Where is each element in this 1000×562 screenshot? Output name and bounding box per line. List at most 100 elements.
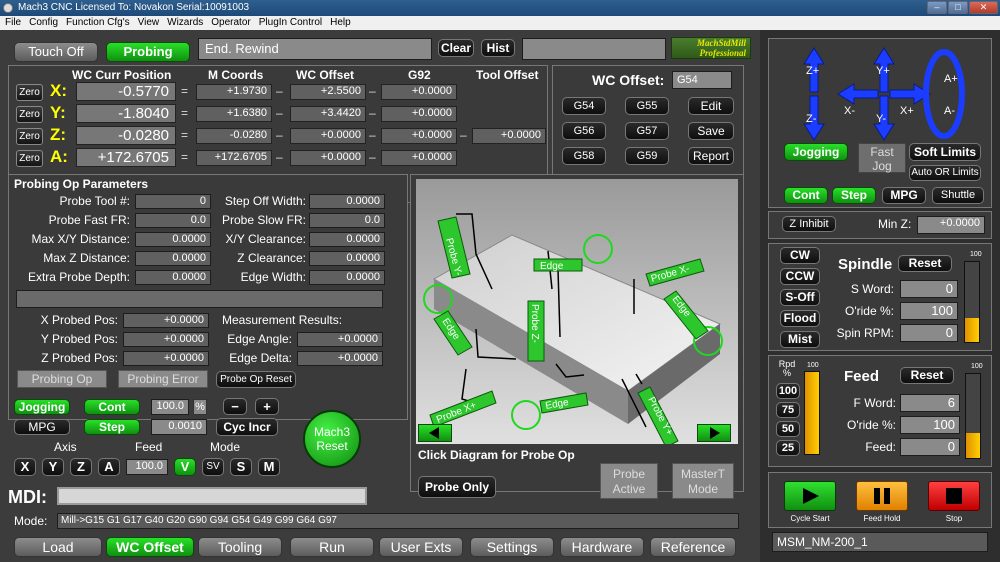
jog-feed-field[interactable]: 100.0 — [126, 459, 168, 475]
mode-v-button[interactable]: V — [174, 458, 196, 476]
dro-z-mcoord[interactable]: -0.0280 — [196, 128, 272, 144]
menu-wizards[interactable]: Wizards — [167, 17, 203, 28]
menu-function-cfgs[interactable]: Function Cfg's — [66, 17, 130, 28]
dro-z-tool-offset[interactable]: +0.0000 — [472, 128, 546, 144]
dro-x-wcoffset[interactable]: +2.5500 — [290, 84, 366, 100]
jog-rate-plus-button[interactable]: + — [255, 398, 279, 415]
report-button[interactable]: Report — [688, 147, 734, 165]
auto-or-limits-button[interactable]: Auto OR Limits — [909, 165, 981, 181]
f-word-field[interactable]: 6 — [900, 394, 960, 412]
diagram-label-probe-z-minus[interactable]: Probe Z- — [529, 304, 540, 343]
max-z-distance-field[interactable]: 0.0000 — [135, 251, 211, 266]
zero-a-button[interactable]: Zero — [16, 150, 43, 167]
dro-x-mcoord[interactable]: +1.9730 — [196, 84, 272, 100]
rapid-75-button[interactable]: 75 — [776, 402, 800, 418]
spindle-off-button[interactable]: S-Off — [780, 289, 820, 306]
jog-rate-minus-button[interactable]: − — [223, 398, 247, 415]
menu-operator[interactable]: Operator — [211, 17, 250, 28]
rapid-100-button[interactable]: 100 — [776, 383, 800, 399]
rapid-25-button[interactable]: 25 — [776, 440, 800, 456]
probe-diagram[interactable]: Probe Y- Edge Probe X- Edge Probe Z- Edg… — [416, 179, 738, 444]
jog-axis-a-button[interactable]: A — [98, 458, 120, 476]
probing-button[interactable]: Probing — [106, 42, 190, 62]
minimize-button[interactable]: – — [927, 1, 947, 14]
jog-label-a-minus[interactable]: A- — [944, 105, 955, 117]
menu-file[interactable]: File — [5, 17, 21, 28]
jog-axis-x-button[interactable]: X — [14, 458, 36, 476]
xy-clearance-field[interactable]: 0.0000 — [309, 232, 385, 247]
z-clearance-field[interactable]: 0.0000 — [309, 251, 385, 266]
cyc-incr-button[interactable]: Cyc Incr — [216, 418, 278, 436]
jogging-toggle[interactable]: Jogging — [14, 399, 70, 415]
dro-y-mcoord[interactable]: +1.6380 — [196, 106, 272, 122]
s-word-field[interactable]: 0 — [900, 280, 958, 298]
zero-x-button[interactable]: Zero — [16, 84, 43, 101]
extra-probe-depth-field[interactable]: 0.0000 — [135, 270, 211, 285]
right-step-button[interactable]: Step — [832, 187, 876, 204]
dro-y-wc[interactable]: -1.8040 — [76, 104, 176, 123]
min-z-field[interactable]: +0.0000 — [917, 216, 985, 234]
tab-run[interactable]: Run — [290, 537, 374, 557]
tab-settings[interactable]: Settings — [470, 537, 554, 557]
z-inhibit-button[interactable]: Z Inhibit — [782, 216, 836, 232]
mode-s-button[interactable]: S — [230, 458, 252, 476]
step-value-field[interactable]: 0.0010 — [151, 419, 207, 435]
dro-z-wc[interactable]: -0.0280 — [76, 126, 176, 145]
dro-a-g92[interactable]: +0.0000 — [381, 150, 457, 166]
probe-op-reset-button[interactable]: Probe Op Reset — [216, 371, 296, 388]
soft-limits-button[interactable]: Soft Limits — [909, 143, 981, 161]
dro-a-wcoffset[interactable]: +0.0000 — [290, 150, 366, 166]
stop-button[interactable] — [928, 481, 980, 511]
cont-toggle[interactable]: Cont — [84, 399, 140, 415]
dro-a-mcoord[interactable]: +172.6705 — [196, 150, 272, 166]
spindle-reset-button[interactable]: Reset — [898, 255, 952, 272]
g59-button[interactable]: G59 — [625, 147, 669, 165]
spindle-oride-field[interactable]: 100 — [900, 302, 958, 320]
dro-y-wcoffset[interactable]: +3.4420 — [290, 106, 366, 122]
zero-z-button[interactable]: Zero — [16, 128, 43, 145]
shuttle-button[interactable]: Shuttle — [932, 187, 984, 204]
g56-button[interactable]: G56 — [562, 122, 606, 140]
dro-x-g92[interactable]: +0.0000 — [381, 84, 457, 100]
tab-tooling[interactable]: Tooling — [198, 537, 282, 557]
edit-button[interactable]: Edit — [688, 97, 734, 115]
dro-z-wcoffset[interactable]: +0.0000 — [290, 128, 366, 144]
flood-button[interactable]: Flood — [780, 310, 820, 327]
touch-off-button[interactable]: Touch Off — [14, 42, 98, 62]
dro-a-wc[interactable]: +172.6705 — [76, 148, 176, 167]
wc-offset-field[interactable]: G54 — [672, 71, 732, 89]
g58-button[interactable]: G58 — [562, 147, 606, 165]
g54-button[interactable]: G54 — [562, 97, 606, 115]
tab-user-exts[interactable]: User Exts — [379, 537, 463, 557]
menu-config[interactable]: Config — [29, 17, 58, 28]
jogging-button[interactable]: Jogging — [784, 143, 848, 161]
save-button[interactable]: Save — [688, 122, 734, 140]
feed-oride-field[interactable]: 100 — [900, 416, 960, 434]
probe-fast-fr-field[interactable]: 0.0 — [135, 213, 211, 228]
dro-x-wc[interactable]: -0.5770 — [76, 82, 176, 101]
jog-percent-field[interactable]: 100.0 — [151, 399, 189, 415]
mdi-input[interactable] — [57, 487, 367, 505]
probe-slow-fr-field[interactable]: 0.0 — [309, 213, 385, 228]
tab-reference[interactable]: Reference — [650, 537, 736, 557]
g55-button[interactable]: G55 — [625, 97, 669, 115]
cycle-start-button[interactable] — [784, 481, 836, 511]
mist-button[interactable]: Mist — [780, 331, 820, 348]
zero-y-button[interactable]: Zero — [16, 106, 43, 123]
jog-axis-y-button[interactable]: Y — [42, 458, 64, 476]
maximize-button[interactable]: □ — [948, 1, 968, 14]
clear-button[interactable]: Clear — [438, 39, 474, 57]
dro-z-g92[interactable]: +0.0000 — [381, 128, 457, 144]
mpg-button[interactable]: MPG — [14, 419, 70, 435]
x-minus-arrow-icon[interactable] — [837, 83, 879, 105]
step-off-width-field[interactable]: 0.0000 — [309, 194, 385, 209]
jog-axis-z-button[interactable]: Z — [70, 458, 92, 476]
tab-wc-offset[interactable]: WC Offset — [106, 537, 194, 557]
tab-hardware[interactable]: Hardware — [560, 537, 644, 557]
probe-only-button[interactable]: Probe Only — [418, 476, 496, 498]
fast-jog-indicator[interactable]: Fast Jog — [858, 143, 906, 173]
spindle-cw-button[interactable]: CW — [780, 247, 820, 264]
diagram-next-button[interactable] — [697, 424, 731, 442]
diagram-prev-button[interactable] — [418, 424, 452, 442]
mode-m-button[interactable]: M — [258, 458, 280, 476]
